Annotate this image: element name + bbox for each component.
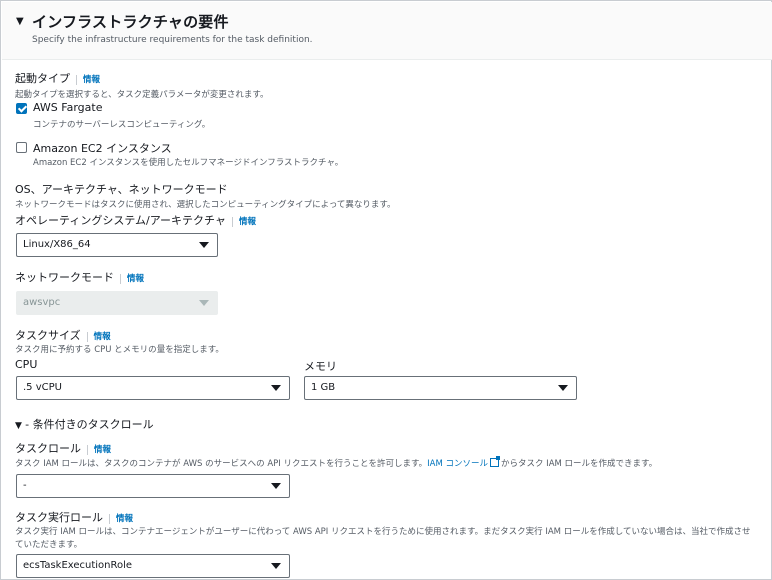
memory-select[interactable]: 1 GB xyxy=(304,376,577,400)
external-link-icon[interactable] xyxy=(489,456,500,467)
os-arch-select[interactable]: Linux/X86_64 xyxy=(16,233,218,257)
task-role-label: タスクロール xyxy=(15,442,81,455)
exec-role-info-link[interactable]: 情報 xyxy=(109,514,134,524)
exec-role-value: ecsTaskExecutionRole xyxy=(23,560,133,571)
cpu-select[interactable]: .5 vCPU xyxy=(16,376,290,400)
launch-type-label: 起動タイプ xyxy=(15,72,70,85)
exec-role-description-line1: タスク実行 IAM ロールは、コンテナエージェントがユーザーに代わって AWS … xyxy=(15,527,751,537)
task-role-info-link[interactable]: 情報 xyxy=(87,445,112,455)
cpu-label: CPU xyxy=(15,358,38,371)
os-arch-description: ネットワークモードはタスクに使用され、選択したコンピューティングタイプによって異… xyxy=(15,200,396,210)
iam-console-link[interactable]: IAM コンソール xyxy=(427,459,488,469)
launch-type-label-row: 起動タイプ 情報 xyxy=(15,70,101,86)
launch-type-info-link[interactable]: 情報 xyxy=(76,75,101,85)
ec2-checkbox[interactable] xyxy=(16,142,27,153)
network-mode-value: awsvpc xyxy=(23,297,61,308)
task-role-desc-before: タスク IAM ロールは、タスクのコンテナが AWS のサービスへの API リ… xyxy=(15,459,428,469)
task-size-label-row: タスクサイズ 情報 xyxy=(15,327,111,343)
conditional-roles-toggle[interactable]: ▼ - 条件付きのタスクロール xyxy=(15,416,154,432)
chevron-down-icon xyxy=(558,385,568,391)
fargate-checkbox[interactable] xyxy=(16,103,27,114)
fargate-label[interactable]: AWS Fargate xyxy=(33,101,102,114)
task-size-info-link[interactable]: 情報 xyxy=(86,332,111,342)
launch-type-description: 起動タイプを選択すると、タスク定義パラメータが変更されます。 xyxy=(15,90,269,100)
os-arch-value: Linux/X86_64 xyxy=(23,239,91,250)
task-role-desc-after: からタスク IAM ロールを作成できます。 xyxy=(500,459,658,469)
exec-role-label-row: タスク実行ロール 情報 xyxy=(15,509,134,525)
conditional-roles-heading: - 条件付きのタスクロール xyxy=(25,418,154,431)
chevron-down-icon xyxy=(199,242,209,248)
chevron-down-icon xyxy=(199,300,209,306)
expand-caret-icon[interactable]: ▼ xyxy=(15,421,22,431)
fargate-description: コンテナのサーバーレスコンピューティング。 xyxy=(33,120,211,130)
collapse-caret-icon[interactable]: ▼ xyxy=(16,16,24,27)
cpu-value: .5 vCPU xyxy=(23,382,62,393)
os-arch-heading: OS、アーキテクチャ、ネットワークモード xyxy=(15,183,228,196)
network-mode-label: ネットワークモード xyxy=(15,271,114,284)
os-arch-label: オペレーティングシステム/アーキテクチャ xyxy=(15,214,226,227)
network-mode-label-row: ネットワークモード 情報 xyxy=(15,269,145,285)
task-size-description: タスク用に予約する CPU とメモリの量を指定します。 xyxy=(15,345,224,355)
os-arch-info-link[interactable]: 情報 xyxy=(231,217,256,227)
network-mode-info-link[interactable]: 情報 xyxy=(120,274,145,284)
task-role-select[interactable]: - xyxy=(16,474,290,498)
panel-header[interactable]: ▼ インフラストラクチャの要件 Specify the infrastructu… xyxy=(2,2,772,60)
os-arch-label-row: オペレーティングシステム/アーキテクチャ 情報 xyxy=(15,212,256,228)
chevron-down-icon xyxy=(271,385,281,391)
memory-value: 1 GB xyxy=(311,382,336,393)
network-mode-select: awsvpc xyxy=(16,291,218,315)
task-role-description: タスク IAM ロールは、タスクのコンテナが AWS のサービスへの API リ… xyxy=(15,456,658,469)
ec2-label[interactable]: Amazon EC2 インスタンス xyxy=(33,140,172,156)
exec-role-label: タスク実行ロール xyxy=(15,511,103,524)
task-role-label-row: タスクロール 情報 xyxy=(15,440,112,456)
panel-description: Specify the infrastructure requirements … xyxy=(32,35,313,45)
exec-role-select[interactable]: ecsTaskExecutionRole xyxy=(16,554,290,578)
exec-role-description-line2: ていただきます。 xyxy=(15,540,83,550)
ec2-description: Amazon EC2 インスタンスを使用したセルフマネージドインフラストラクチャ… xyxy=(33,158,344,168)
memory-label: メモリ xyxy=(304,360,337,373)
chevron-down-icon xyxy=(271,563,281,569)
panel-title: インフラストラクチャの要件 xyxy=(32,13,229,31)
infrastructure-panel: ▼ インフラストラクチャの要件 Specify the infrastructu… xyxy=(0,0,772,580)
task-role-value: - xyxy=(23,480,27,491)
chevron-down-icon xyxy=(271,483,281,489)
task-size-label: タスクサイズ xyxy=(15,329,81,342)
